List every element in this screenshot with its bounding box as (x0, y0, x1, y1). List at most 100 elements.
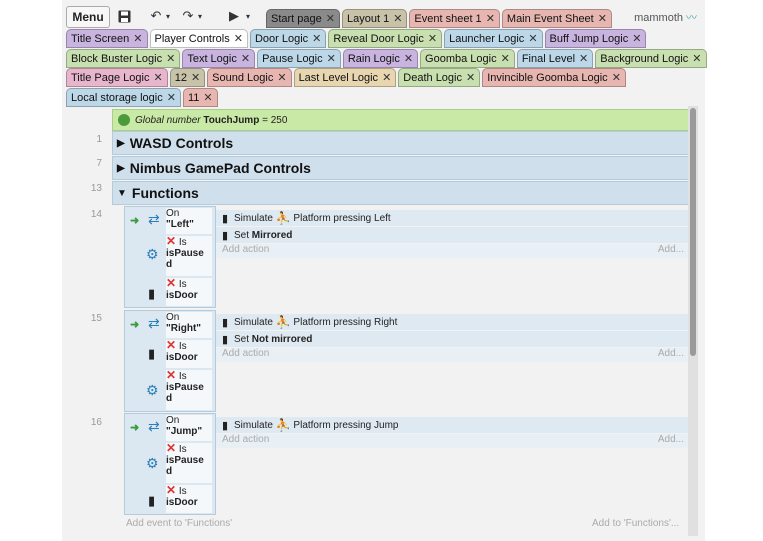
action-row[interactable]: ▮ Set Mirrored (216, 227, 688, 243)
close-tab-icon[interactable]: ✕ (501, 52, 510, 65)
tab-last-level-logic[interactable]: Last Level Logic ✕ (293, 68, 397, 87)
platform-behavior-icon: ⛹ (275, 418, 291, 432)
tab-sound-logic[interactable]: Sound Logic ✕ (207, 68, 292, 87)
tab-11[interactable]: 11 ✕ (182, 88, 218, 107)
line-number: 7 (96, 158, 102, 169)
tab-buff-jump-logic[interactable]: Buff Jump Logic ✕ (544, 29, 647, 48)
close-tab-icon[interactable]: ✕ (241, 52, 250, 65)
tab-event-sheet-1[interactable]: Event sheet 1 ✕ (409, 9, 500, 28)
vertical-scrollbar[interactable] (688, 106, 698, 536)
action-row[interactable]: ▮ Simulate ⛹ Platform pressing Right (216, 314, 688, 330)
close-tab-icon[interactable]: ✕ (393, 12, 402, 25)
invert-x-icon: ✕ (166, 483, 177, 497)
close-tab-icon[interactable]: ✕ (312, 32, 321, 45)
tab-start-page[interactable]: Start page ✕ (266, 9, 340, 28)
close-tab-icon[interactable]: ✕ (404, 52, 413, 65)
tab-local-storage-logic[interactable]: Local storage logic ✕ (66, 88, 181, 107)
close-tab-icon[interactable]: ✕ (382, 71, 391, 84)
add-action-link[interactable]: Add action Add... (216, 434, 688, 448)
event-row[interactable]: ➜ ⇄ On "Right" ▮ ✕ Is isDoor ⚙ ✕ Is isPa… (124, 310, 688, 412)
play-dropdown-icon[interactable]: ▾ (244, 7, 252, 25)
redo-icon[interactable]: ↷ (180, 7, 196, 25)
tab-door-logic[interactable]: Door Logic ✕ (249, 29, 327, 48)
tab-label: Reveal Door Logic (333, 32, 424, 45)
expand-arrow-icon[interactable]: ▶ (117, 138, 125, 149)
close-tab-icon[interactable]: ✕ (579, 52, 588, 65)
group-functions[interactable]: ▼ Functions (112, 181, 690, 205)
event-row[interactable]: ➜ ⇄ On "Jump" ⚙ ✕ Is isPause d ▮ ✕ Is isD… (124, 413, 688, 515)
add-action-link[interactable]: Add action Add... (216, 244, 688, 258)
condition-is-door[interactable]: ✕ Is isDoor (166, 483, 212, 513)
scrollbar-thumb[interactable] (690, 108, 696, 356)
tab-title-page-logic[interactable]: Title Page Logic ✕ (66, 68, 168, 87)
close-tab-icon[interactable]: ✕ (528, 32, 537, 45)
close-tab-icon[interactable]: ✕ (632, 32, 641, 45)
menu-button[interactable]: Menu (66, 6, 110, 28)
tab-reveal-door-logic[interactable]: Reveal Door Logic ✕ (328, 29, 443, 48)
group-nimbus-gamepad-controls[interactable]: ▶ Nimbus GamePad Controls (112, 156, 690, 180)
close-tab-icon[interactable]: ✕ (133, 32, 142, 45)
tab-text-logic[interactable]: Text Logic ✕ (182, 49, 256, 68)
close-tab-icon[interactable]: ✕ (327, 52, 336, 65)
close-tab-icon[interactable]: ✕ (612, 71, 621, 84)
save-icon[interactable] (116, 7, 132, 25)
close-tab-icon[interactable]: ✕ (234, 32, 243, 45)
action-row[interactable]: ▮ Set Not mirrored (216, 331, 688, 347)
add-to-functions-link[interactable]: Add to 'Functions'... (592, 518, 679, 529)
condition-is-paused[interactable]: ✕ Is isPause d (166, 369, 212, 410)
tab-pause-logic[interactable]: Pause Logic ✕ (257, 49, 341, 68)
action-row[interactable]: ▮ Simulate ⛹ Platform pressing Jump (216, 417, 688, 433)
tab-layout-1[interactable]: Layout 1 ✕ (341, 9, 408, 28)
condition-is-door[interactable]: ✕ Is isDoor (166, 339, 212, 368)
tab-title-screen[interactable]: Title Screen ✕ (66, 29, 148, 48)
close-tab-icon[interactable]: ✕ (167, 91, 176, 104)
tab-goomba-logic[interactable]: Goomba Logic ✕ (420, 49, 515, 68)
add-more-label[interactable]: Add... (658, 348, 688, 362)
close-tab-icon[interactable]: ✕ (203, 91, 212, 104)
tab-main-event-sheet[interactable]: Main Event Sheet ✕ (501, 9, 612, 28)
tab-row-5: Local storage logic ✕ 11 ✕ (66, 88, 218, 107)
tab-launcher-logic[interactable]: Launcher Logic ✕ (444, 29, 543, 48)
group-wasd-controls[interactable]: ▶ WASD Controls (112, 131, 690, 155)
play-icon[interactable]: ▶ (227, 7, 241, 25)
add-more-label[interactable]: Add... (658, 434, 688, 448)
condition-is-door[interactable]: ✕ Is isDoor (166, 277, 212, 306)
tab-label: Local storage logic (71, 91, 163, 104)
tab-invincible-goomba-logic[interactable]: Invincible Goomba Logic ✕ (482, 68, 626, 87)
add-event-to-functions-link[interactable]: Add event to 'Functions' (126, 518, 232, 529)
tab-block-buster-logic[interactable]: Block Buster Logic ✕ (66, 49, 181, 68)
tab-final-level[interactable]: Final Level ✕ (516, 49, 594, 68)
close-tab-icon[interactable]: ✕ (598, 12, 607, 25)
undo-icon[interactable]: ↶ (148, 7, 164, 25)
tab-death-logic[interactable]: Death Logic ✕ (398, 68, 481, 87)
event-row[interactable]: ➜ ⇄ On "Left" ⚙ ✕ Is isPause d ▮ ✕ Is isD… (124, 206, 688, 308)
tab-player-controls[interactable]: Player Controls ✕ (149, 29, 248, 48)
tab-rain-logic[interactable]: Rain Logic ✕ (342, 49, 419, 68)
close-tab-icon[interactable]: ✕ (326, 12, 335, 25)
expand-arrow-icon[interactable]: ▶ (117, 163, 125, 174)
close-tab-icon[interactable]: ✕ (692, 52, 701, 65)
collapse-arrow-icon[interactable]: ▼ (117, 188, 127, 199)
action-row[interactable]: ▮ Simulate ⛹ Platform pressing Left (216, 210, 688, 226)
trigger-condition[interactable]: On "Jump" (166, 415, 212, 441)
trigger-condition[interactable]: On "Right" (166, 312, 212, 338)
undo-dropdown-icon[interactable]: ▾ (164, 7, 172, 25)
redo-dropdown-icon[interactable]: ▾ (196, 7, 204, 25)
condition-is-paused[interactable]: ✕ Is isPause d (166, 442, 212, 483)
close-tab-icon[interactable]: ✕ (486, 12, 495, 25)
close-tab-icon[interactable]: ✕ (153, 71, 162, 84)
close-tab-icon[interactable]: ✕ (466, 71, 475, 84)
add-action-link[interactable]: Add action Add... (216, 348, 688, 362)
tab-label: Launcher Logic (449, 32, 525, 45)
close-tab-icon[interactable]: ✕ (166, 52, 175, 65)
trigger-condition[interactable]: On "Left" (166, 208, 212, 234)
tab-12[interactable]: 12 ✕ (169, 68, 206, 87)
tab-background-logic[interactable]: Background Logic ✕ (595, 49, 707, 68)
global-variable-row[interactable]: Global number TouchJump = 250 (112, 109, 690, 131)
condition-is-paused[interactable]: ✕ Is isPause d (166, 235, 212, 276)
close-tab-icon[interactable]: ✕ (428, 32, 437, 45)
line-number: 14 (90, 209, 102, 220)
close-tab-icon[interactable]: ✕ (277, 71, 286, 84)
add-more-label[interactable]: Add... (658, 244, 688, 258)
close-tab-icon[interactable]: ✕ (191, 71, 200, 84)
